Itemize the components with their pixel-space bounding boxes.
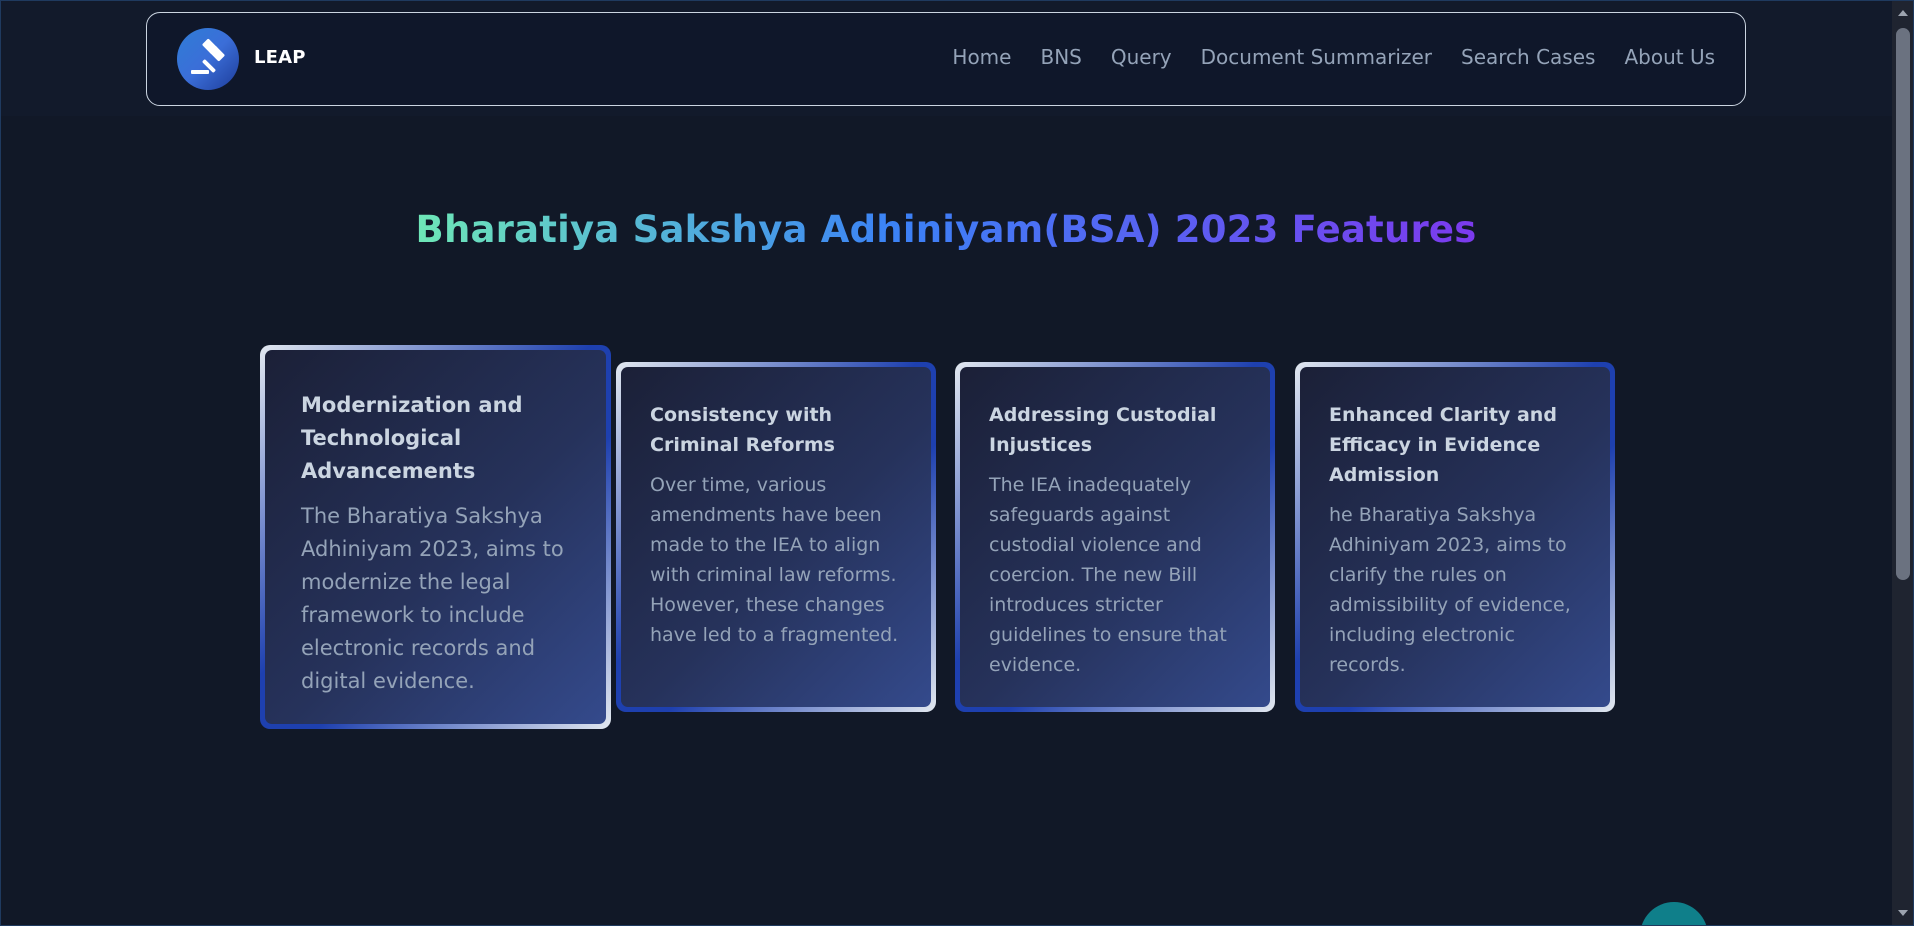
feature-card-body: The IEA inadequately safeguards against … [989, 474, 1227, 676]
feature-card-inner: Addressing Custodial Injustices The IEA … [960, 367, 1270, 707]
feature-card-clarity[interactable]: Enhanced Clarity and Efficacy in Evidenc… [1295, 362, 1615, 712]
nav-document-summarizer-link[interactable]: Document Summarizer [1201, 45, 1432, 69]
nav-about-us-link[interactable]: About Us [1624, 45, 1715, 69]
feature-card-title: Consistency with Criminal Reforms [650, 404, 835, 456]
nav-bns-link[interactable]: BNS [1040, 45, 1081, 69]
nav-home-link[interactable]: Home [952, 45, 1011, 69]
nav-search-cases-link[interactable]: Search Cases [1461, 45, 1595, 69]
feature-card-consistency[interactable]: Consistency with Criminal Reforms Over t… [616, 362, 936, 712]
scroll-down-arrow-icon[interactable] [1898, 910, 1908, 916]
feature-card-modernization[interactable]: Modernization and Technological Advancem… [260, 345, 611, 729]
scrollbar-thumb[interactable] [1896, 28, 1910, 580]
feature-card-inner: Consistency with Criminal Reforms Over t… [621, 367, 931, 707]
feature-card-custodial[interactable]: Addressing Custodial Injustices The IEA … [955, 362, 1275, 712]
feature-card-inner: Modernization and Technological Advancem… [265, 350, 606, 724]
nav-links: Home BNS Query Document Summarizer Searc… [952, 45, 1715, 69]
brand-name[interactable]: LEAP [254, 47, 306, 68]
floating-action-button[interactable] [1640, 902, 1708, 926]
feature-card-body: he Bharatiya Sakshya Adhiniyam 2023, aim… [1329, 504, 1571, 676]
vertical-scrollbar[interactable] [1892, 0, 1914, 926]
page-title-text: Bharatiya Sakshya Adhiniyam(BSA) 2023 Fe… [415, 208, 1477, 251]
feature-card-title: Modernization and Technological Advancem… [301, 393, 523, 483]
gavel-icon[interactable] [177, 28, 239, 90]
feature-card-title: Addressing Custodial Injustices [989, 404, 1217, 456]
feature-card-body: Over time, various amendments have been … [650, 474, 899, 646]
navbar: LEAP Home BNS Query Document Summarizer … [146, 12, 1746, 106]
nav-query-link[interactable]: Query [1111, 45, 1172, 69]
feature-card-inner: Enhanced Clarity and Efficacy in Evidenc… [1300, 367, 1610, 707]
scroll-up-arrow-icon[interactable] [1898, 10, 1908, 16]
feature-card-title: Enhanced Clarity and Efficacy in Evidenc… [1329, 404, 1557, 486]
page-title: Bharatiya Sakshya Adhiniyam(BSA) 2023 Fe… [0, 208, 1892, 251]
feature-card-body: The Bharatiya Sakshya Adhiniyam 2023, ai… [301, 504, 564, 693]
